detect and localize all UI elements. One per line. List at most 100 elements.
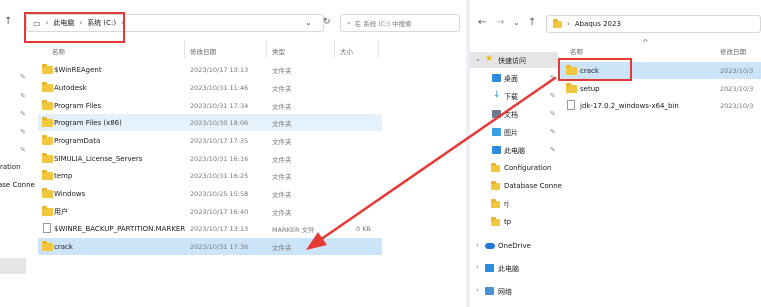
folder-icon (42, 64, 53, 74)
pin-icon[interactable]: ✎ (20, 110, 26, 118)
nav-quick-access[interactable]: ⌄ ★ 快速访问 (470, 52, 558, 68)
nav-pictures[interactable]: 图片 ✎ (470, 124, 558, 140)
search-input[interactable]: ⌕ 在 系统 (C:) 中搜索 (340, 14, 460, 32)
chevron-down-icon[interactable]: ⌄ (513, 17, 520, 29)
pin-icon[interactable]: ✎ (20, 146, 26, 154)
column-header-date[interactable]: 修改日期 (720, 46, 746, 56)
nav-this-pc[interactable]: 此电脑 ✎ (470, 142, 558, 158)
file-row[interactable]: ProgramData 2023/10/17 17:35 文件夹 (38, 132, 382, 149)
file-type: 文件夹 (272, 190, 292, 199)
file-name: setup (580, 84, 600, 93)
nav-label: 文档 (504, 111, 518, 119)
folder-icon (42, 100, 53, 110)
file-type: 文件夹 (272, 208, 292, 217)
search-placeholder: 在 系统 (C:) 中搜索 (354, 20, 412, 28)
nav-onedrive[interactable]: › OneDrive (470, 238, 558, 254)
nav-downloads[interactable]: ↓ 下载 ✎ (470, 88, 558, 104)
file-date: 2023/10/17 13:13 (190, 224, 249, 233)
nav-documents[interactable]: 文档 ✎ (470, 106, 558, 122)
file-row[interactable]: jdk-17.0.2_windows-x64_bin 2023/10/3 (560, 97, 761, 114)
address-bar[interactable]: › Abaqus 2023 (546, 15, 761, 33)
pin-icon[interactable]: ✎ (550, 146, 556, 154)
forward-arrow-icon[interactable]: → (496, 17, 504, 29)
pin-icon[interactable]: ✎ (550, 92, 556, 100)
up-arrow-icon[interactable]: ↑ (4, 16, 12, 28)
chevron-right-icon: › (476, 241, 479, 249)
file-row[interactable]: 用户 2023/10/17 16:40 文件夹 (38, 203, 382, 220)
file-name: ProgramData (54, 136, 101, 145)
pin-icon[interactable]: ✎ (550, 128, 556, 136)
file-type: 文件夹 (272, 102, 292, 111)
document-icon (492, 110, 501, 118)
file-row[interactable]: Program Files 2023/10/31 17:34 文件夹 (38, 97, 382, 114)
sidebar-item-database[interactable]: ase Conne (0, 181, 35, 189)
column-header-size[interactable]: 大小 (340, 46, 353, 56)
file-type: 文件夹 (272, 172, 292, 181)
file-name: temp (54, 171, 73, 180)
nav-rj[interactable]: rj (470, 196, 558, 212)
annotation-box-crack (558, 58, 632, 81)
up-arrow-icon[interactable]: ↑ (528, 17, 536, 29)
folder-icon (42, 117, 53, 127)
back-arrow-icon[interactable]: ← (478, 17, 486, 29)
pin-icon[interactable]: ✎ (20, 92, 26, 100)
file-date: 2023/10/17 17:35 (190, 136, 249, 145)
column-header-date[interactable]: 修改日期 (190, 46, 216, 56)
chevron-right-icon: › (476, 263, 479, 271)
file-row[interactable]: temp 2023/10/31 16:25 文件夹 (38, 167, 382, 184)
folder-icon (491, 217, 500, 226)
file-date: 2023/10/31 11:46 (190, 83, 249, 92)
file-type: 文件夹 (272, 84, 292, 93)
folder-icon (42, 241, 53, 251)
desktop-icon (492, 74, 501, 82)
nav-tp[interactable]: tp (470, 214, 558, 230)
file-row[interactable]: setup 2023/10/3 (560, 80, 761, 97)
file-row[interactable]: $WINRE_BACKUP_PARTITION.MARKER 2023/10/1… (38, 220, 382, 237)
pin-icon[interactable]: ✎ (20, 128, 26, 136)
column-divider[interactable] (184, 40, 185, 58)
left-explorer-window: ↑ ▭ › 此电脑 › 系统 (C:) › ⌄ ↻ ⌕ 在 系统 (C:) 中搜… (0, 0, 466, 307)
file-row[interactable]: $WinREAgent 2023/10/17 13:13 文件夹 (38, 61, 382, 78)
file-row[interactable]: SIMULIA_License_Servers 2023/10/31 16:16… (38, 150, 382, 167)
file-row-selected[interactable]: crack 2023/10/31 17:36 文件夹 (38, 238, 382, 255)
file-date: 2023/10/3 (720, 84, 754, 93)
nav-label: tp (504, 218, 512, 226)
nav-configuration[interactable]: Configuration (470, 160, 558, 176)
pin-icon[interactable]: ✎ (550, 74, 556, 82)
column-header-name[interactable]: 名称 (52, 46, 65, 56)
folder-icon (42, 153, 53, 163)
file-type: 文件夹 (272, 119, 292, 128)
file-name: $WinREAgent (54, 65, 102, 74)
file-name: Autodesk (54, 83, 87, 92)
file-type: 文件夹 (272, 243, 292, 252)
column-divider[interactable] (266, 40, 267, 58)
pin-icon[interactable]: ✎ (550, 110, 556, 118)
pin-icon[interactable]: ✎ (20, 73, 26, 81)
breadcrumb-item[interactable]: Abaqus 2023 (575, 20, 621, 28)
nav-desktop[interactable]: 桌面 ✎ (470, 70, 558, 86)
nav-label: rj (504, 200, 509, 208)
column-divider[interactable] (378, 40, 379, 58)
folder-icon (491, 199, 500, 208)
file-type: 文件夹 (272, 155, 292, 164)
column-header-name[interactable]: 名称 (570, 46, 583, 56)
chevron-down-icon[interactable]: ⌄ (305, 17, 312, 29)
file-name: SIMULIA_License_Servers (54, 154, 143, 163)
nav-database-conne[interactable]: Database Conne (470, 178, 562, 194)
file-size: 0 KB (356, 224, 371, 233)
network-icon (485, 287, 494, 295)
refresh-icon[interactable]: ↻ (323, 16, 331, 28)
folder-icon (42, 206, 53, 216)
file-row[interactable]: Autodesk 2023/10/31 11:46 文件夹 (38, 79, 382, 96)
folder-icon (42, 135, 53, 145)
nav-network[interactable]: › 网络 (470, 283, 558, 299)
sidebar-item-configuration[interactable]: iration (0, 163, 21, 171)
file-row[interactable]: Program Files (x86) 2023/10/30 18:06 文件夹 (38, 114, 382, 131)
file-row[interactable]: Windows 2023/10/25 15:58 文件夹 (38, 185, 382, 202)
column-divider[interactable] (334, 40, 335, 58)
sidebar-item-selected[interactable] (0, 258, 26, 274)
column-header-type[interactable]: 类型 (272, 46, 285, 56)
file-name: $WINRE_BACKUP_PARTITION.MARKER (54, 224, 186, 233)
nav-this-pc-root[interactable]: › 此电脑 (470, 260, 558, 276)
right-explorer-window: ← → ⌄ ↑ › Abaqus 2023 名称 修改日期 ^ ⌄ ★ 快速访问… (470, 0, 761, 307)
